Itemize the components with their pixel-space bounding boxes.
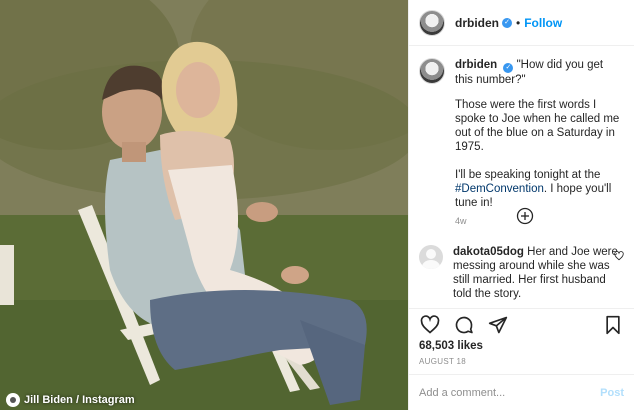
comment-input[interactable] <box>419 386 601 399</box>
post-date[interactable]: AUGUST 18 <box>419 357 466 366</box>
verified-badge-icon: ✓ <box>503 62 514 73</box>
hashtag-link[interactable]: #DemConvention <box>455 183 544 195</box>
photo-credit: Jill Biden / Instagram <box>6 393 135 407</box>
caption-paragraph-2-start: I'll be speaking tonight at the <box>455 168 601 181</box>
heart-icon <box>420 314 440 334</box>
photo-illustration <box>0 0 408 410</box>
comment-text: dakota05dog Her and Joe were messing aro… <box>453 245 619 301</box>
post-comment-button[interactable]: Post <box>600 387 624 399</box>
instagram-icon <box>6 393 20 407</box>
post-photo: Jill Biden / Instagram <box>0 0 408 410</box>
author-username[interactable]: drbiden <box>455 16 499 30</box>
comment-button[interactable] <box>453 314 475 336</box>
verified-badge-icon: ✓ <box>502 17 512 28</box>
post-side-panel: drbiden ✓ • Follow drbiden ✓ "How did yo… <box>408 0 634 410</box>
caption-text: drbiden ✓ "How did you get this number?"… <box>455 58 623 228</box>
comment-item: dakota05dog Her and Joe were messing aro… <box>419 245 624 301</box>
caption-paragraph-1: Those were the first words I spoke to Jo… <box>455 98 620 153</box>
post-caption: drbiden ✓ "How did you get this number?"… <box>419 58 624 228</box>
header-separator: • <box>516 15 521 30</box>
save-button[interactable] <box>602 314 624 336</box>
photo-credit-text: Jill Biden / Instagram <box>24 394 135 406</box>
likes-count[interactable]: 68,503 likes <box>419 340 483 352</box>
load-more-comments-button[interactable] <box>514 205 536 227</box>
comment-icon <box>455 316 473 333</box>
commenter-avatar[interactable] <box>419 245 443 269</box>
like-button[interactable] <box>419 314 441 336</box>
plus-circle-icon <box>516 207 534 225</box>
caption-username[interactable]: drbiden <box>455 59 497 71</box>
share-button[interactable] <box>487 314 509 336</box>
share-icon <box>488 316 508 333</box>
add-comment-bar: Post <box>409 374 634 410</box>
follow-button[interactable]: Follow <box>524 16 562 30</box>
bookmark-icon <box>606 315 620 334</box>
commenter-username[interactable]: dakota05dog <box>453 246 524 258</box>
post-actions-bar <box>409 308 634 340</box>
author-avatar[interactable] <box>419 9 445 36</box>
caption-author-avatar[interactable] <box>419 58 445 84</box>
post-header: drbiden ✓ • Follow <box>409 0 634 46</box>
caption-time-ago[interactable]: 4w <box>455 214 623 228</box>
comment-heart-icon[interactable] <box>614 251 624 261</box>
